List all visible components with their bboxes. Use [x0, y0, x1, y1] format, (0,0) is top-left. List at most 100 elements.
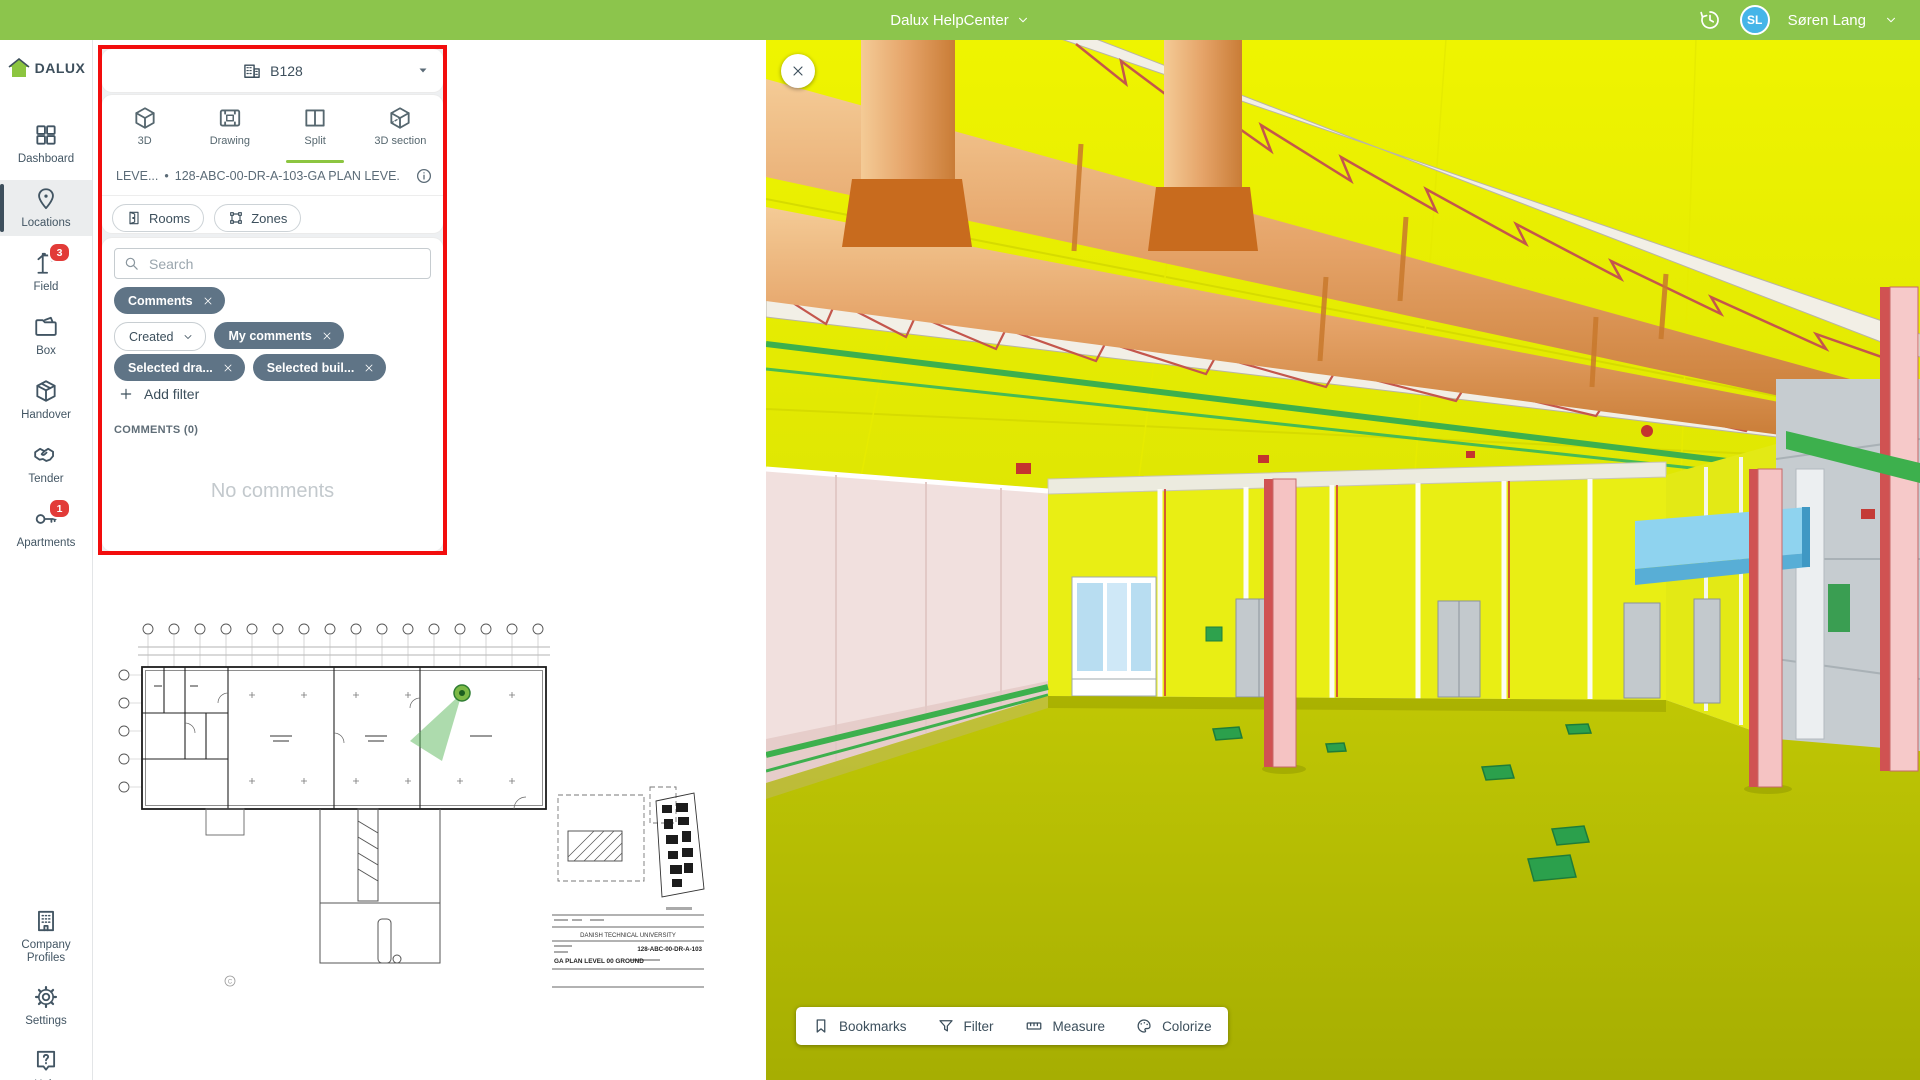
breadcrumb-document: 128-ABC-00-DR-A-103-GA PLAN LEVE... — [175, 169, 401, 183]
topbar-title-label: Dalux HelpCenter — [890, 12, 1008, 29]
palette-icon — [1135, 1017, 1153, 1035]
sidebar-item-label: Locations — [21, 217, 70, 230]
split-view-icon — [302, 105, 328, 131]
filter-label: Filter — [964, 1019, 994, 1034]
remove-icon[interactable] — [321, 330, 333, 342]
sidebar-item-label: Settings — [25, 1015, 67, 1028]
company-building-icon — [33, 908, 59, 934]
tab-label: 3D — [138, 135, 152, 147]
helpcenter-menu[interactable]: Dalux HelpCenter — [0, 0, 1920, 40]
add-filter-button[interactable]: Add filter — [118, 386, 199, 402]
sidebar: DALUX Dashboard Locations 3 Field Box Ha… — [0, 40, 93, 1080]
svg-text:C: C — [228, 980, 233, 986]
dashboard-grid-icon — [33, 122, 59, 148]
info-icon[interactable] — [415, 167, 433, 185]
cube-section-icon — [387, 105, 413, 131]
rooms-label: Rooms — [149, 211, 190, 226]
sidebar-item-label: Handover — [21, 409, 71, 422]
chevron-down-icon — [182, 331, 194, 343]
bookmark-icon — [812, 1017, 830, 1035]
search-input[interactable] — [147, 255, 422, 273]
chip-label: Selected buil... — [267, 361, 355, 375]
location-pin-icon — [33, 186, 59, 212]
search-box — [114, 248, 431, 279]
filter-card: Comments Created My comments Selected dr… — [102, 238, 443, 551]
remove-icon[interactable] — [222, 362, 234, 374]
sidebar-item-locations[interactable]: Locations — [0, 180, 92, 236]
dropdown-arrow-icon[interactable] — [417, 64, 429, 76]
search-icon — [123, 255, 140, 272]
chevron-down-icon[interactable] — [1884, 13, 1898, 27]
dalux-logo[interactable]: DALUX — [0, 48, 92, 88]
breadcrumb[interactable]: LEVE... • 128-ABC-00-DR-A-103-GA PLAN LE… — [116, 169, 401, 183]
chip-selected-building[interactable]: Selected buil... — [253, 354, 387, 381]
sidebar-item-label: Tender — [28, 473, 63, 486]
user-name: Søren Lang — [1788, 12, 1866, 29]
chip-label: Comments — [128, 294, 193, 308]
ruler-icon — [1024, 1017, 1044, 1035]
bookmarks-button[interactable]: Bookmarks — [812, 1017, 907, 1035]
sidebar-item-label: Apartments — [17, 537, 76, 550]
rooms-toggle[interactable]: Rooms — [112, 204, 204, 232]
sidebar-item-label: Field — [34, 281, 59, 294]
field-badge: 3 — [48, 242, 71, 263]
sidebar-item-label: Company Profiles — [11, 939, 81, 965]
remove-icon[interactable] — [202, 295, 214, 307]
titleblock-company: DANISH TECHNICAL UNIVERSITY — [580, 933, 676, 939]
avatar[interactable]: SL — [1740, 5, 1770, 35]
sidebar-item-company-profiles[interactable]: Company Profiles — [0, 902, 92, 970]
tab-label: 3D section — [374, 135, 426, 147]
view-mode-card: 3D Drawing Split 3D section LEVE... — [102, 95, 443, 233]
tab-label: Split — [304, 135, 325, 147]
chip-my-comments[interactable]: My comments — [214, 322, 343, 349]
tab-split[interactable]: Split — [273, 101, 358, 161]
cube-icon — [132, 105, 158, 131]
chip-created[interactable]: Created — [114, 322, 206, 351]
active-indicator — [0, 184, 4, 232]
colorize-label: Colorize — [1162, 1019, 1212, 1034]
measure-button[interactable]: Measure — [1024, 1017, 1106, 1035]
tab-3d[interactable]: 3D — [102, 101, 187, 161]
3d-viewer: Bookmarks Filter Measure Colorize — [766, 39, 1920, 1080]
floor-plan-drawing[interactable]: DANISH TECHNICAL UNIVERSITY 128-ABC-00-D… — [110, 563, 731, 1010]
remove-icon[interactable] — [363, 362, 375, 374]
history-icon[interactable] — [1698, 8, 1722, 32]
zone-polygon-icon — [228, 210, 244, 226]
sidebar-item-handover[interactable]: Handover — [0, 372, 92, 428]
building-icon — [242, 61, 262, 81]
building-selector[interactable]: B128 — [102, 49, 443, 92]
sidebar-item-settings[interactable]: Settings — [0, 978, 92, 1034]
titleblock-title: GA PLAN LEVEL 00 GROUND — [554, 958, 644, 965]
building-selector-label: B128 — [270, 63, 303, 79]
tab-label: Drawing — [210, 135, 250, 147]
chip-label: My comments — [228, 329, 311, 343]
sidebar-item-apartments[interactable]: 1 Apartments — [0, 500, 92, 556]
sidebar-item-help[interactable]: Help — [0, 1042, 92, 1080]
door-icon — [126, 210, 142, 226]
topbar-right-group: SL Søren Lang — [1698, 0, 1898, 40]
filter-button[interactable]: Filter — [937, 1017, 994, 1035]
chip-row-2: Created My comments — [114, 322, 344, 351]
help-icon — [33, 1048, 59, 1074]
sidebar-item-tender[interactable]: Tender — [0, 436, 92, 492]
zones-toggle[interactable]: Zones — [214, 204, 301, 232]
colorize-button[interactable]: Colorize — [1135, 1017, 1212, 1035]
sidebar-item-label: Box — [36, 345, 56, 358]
chip-comments[interactable]: Comments — [114, 287, 225, 314]
sidebar-item-field[interactable]: 3 Field — [0, 244, 92, 300]
sidebar-item-dashboard[interactable]: Dashboard — [0, 116, 92, 172]
chip-selected-drawing[interactable]: Selected dra... — [114, 354, 245, 381]
sidebar-item-label: Dashboard — [18, 153, 74, 166]
bim-3d-render[interactable] — [766, 39, 1920, 1080]
tab-3d-section[interactable]: 3D section — [358, 101, 443, 161]
viewer-toolbar: Bookmarks Filter Measure Colorize — [796, 1007, 1228, 1045]
chip-row-1: Comments — [114, 287, 225, 314]
view-tabs: 3D Drawing Split 3D section — [102, 101, 443, 161]
chip-row-3: Selected dra... Selected buil... — [114, 354, 386, 381]
zones-label: Zones — [251, 211, 287, 226]
close-viewer-button[interactable] — [781, 54, 815, 88]
sidebar-item-box[interactable]: Box — [0, 308, 92, 364]
folder-icon — [33, 314, 59, 340]
add-filter-label: Add filter — [144, 386, 199, 402]
tab-drawing[interactable]: Drawing — [187, 101, 272, 161]
